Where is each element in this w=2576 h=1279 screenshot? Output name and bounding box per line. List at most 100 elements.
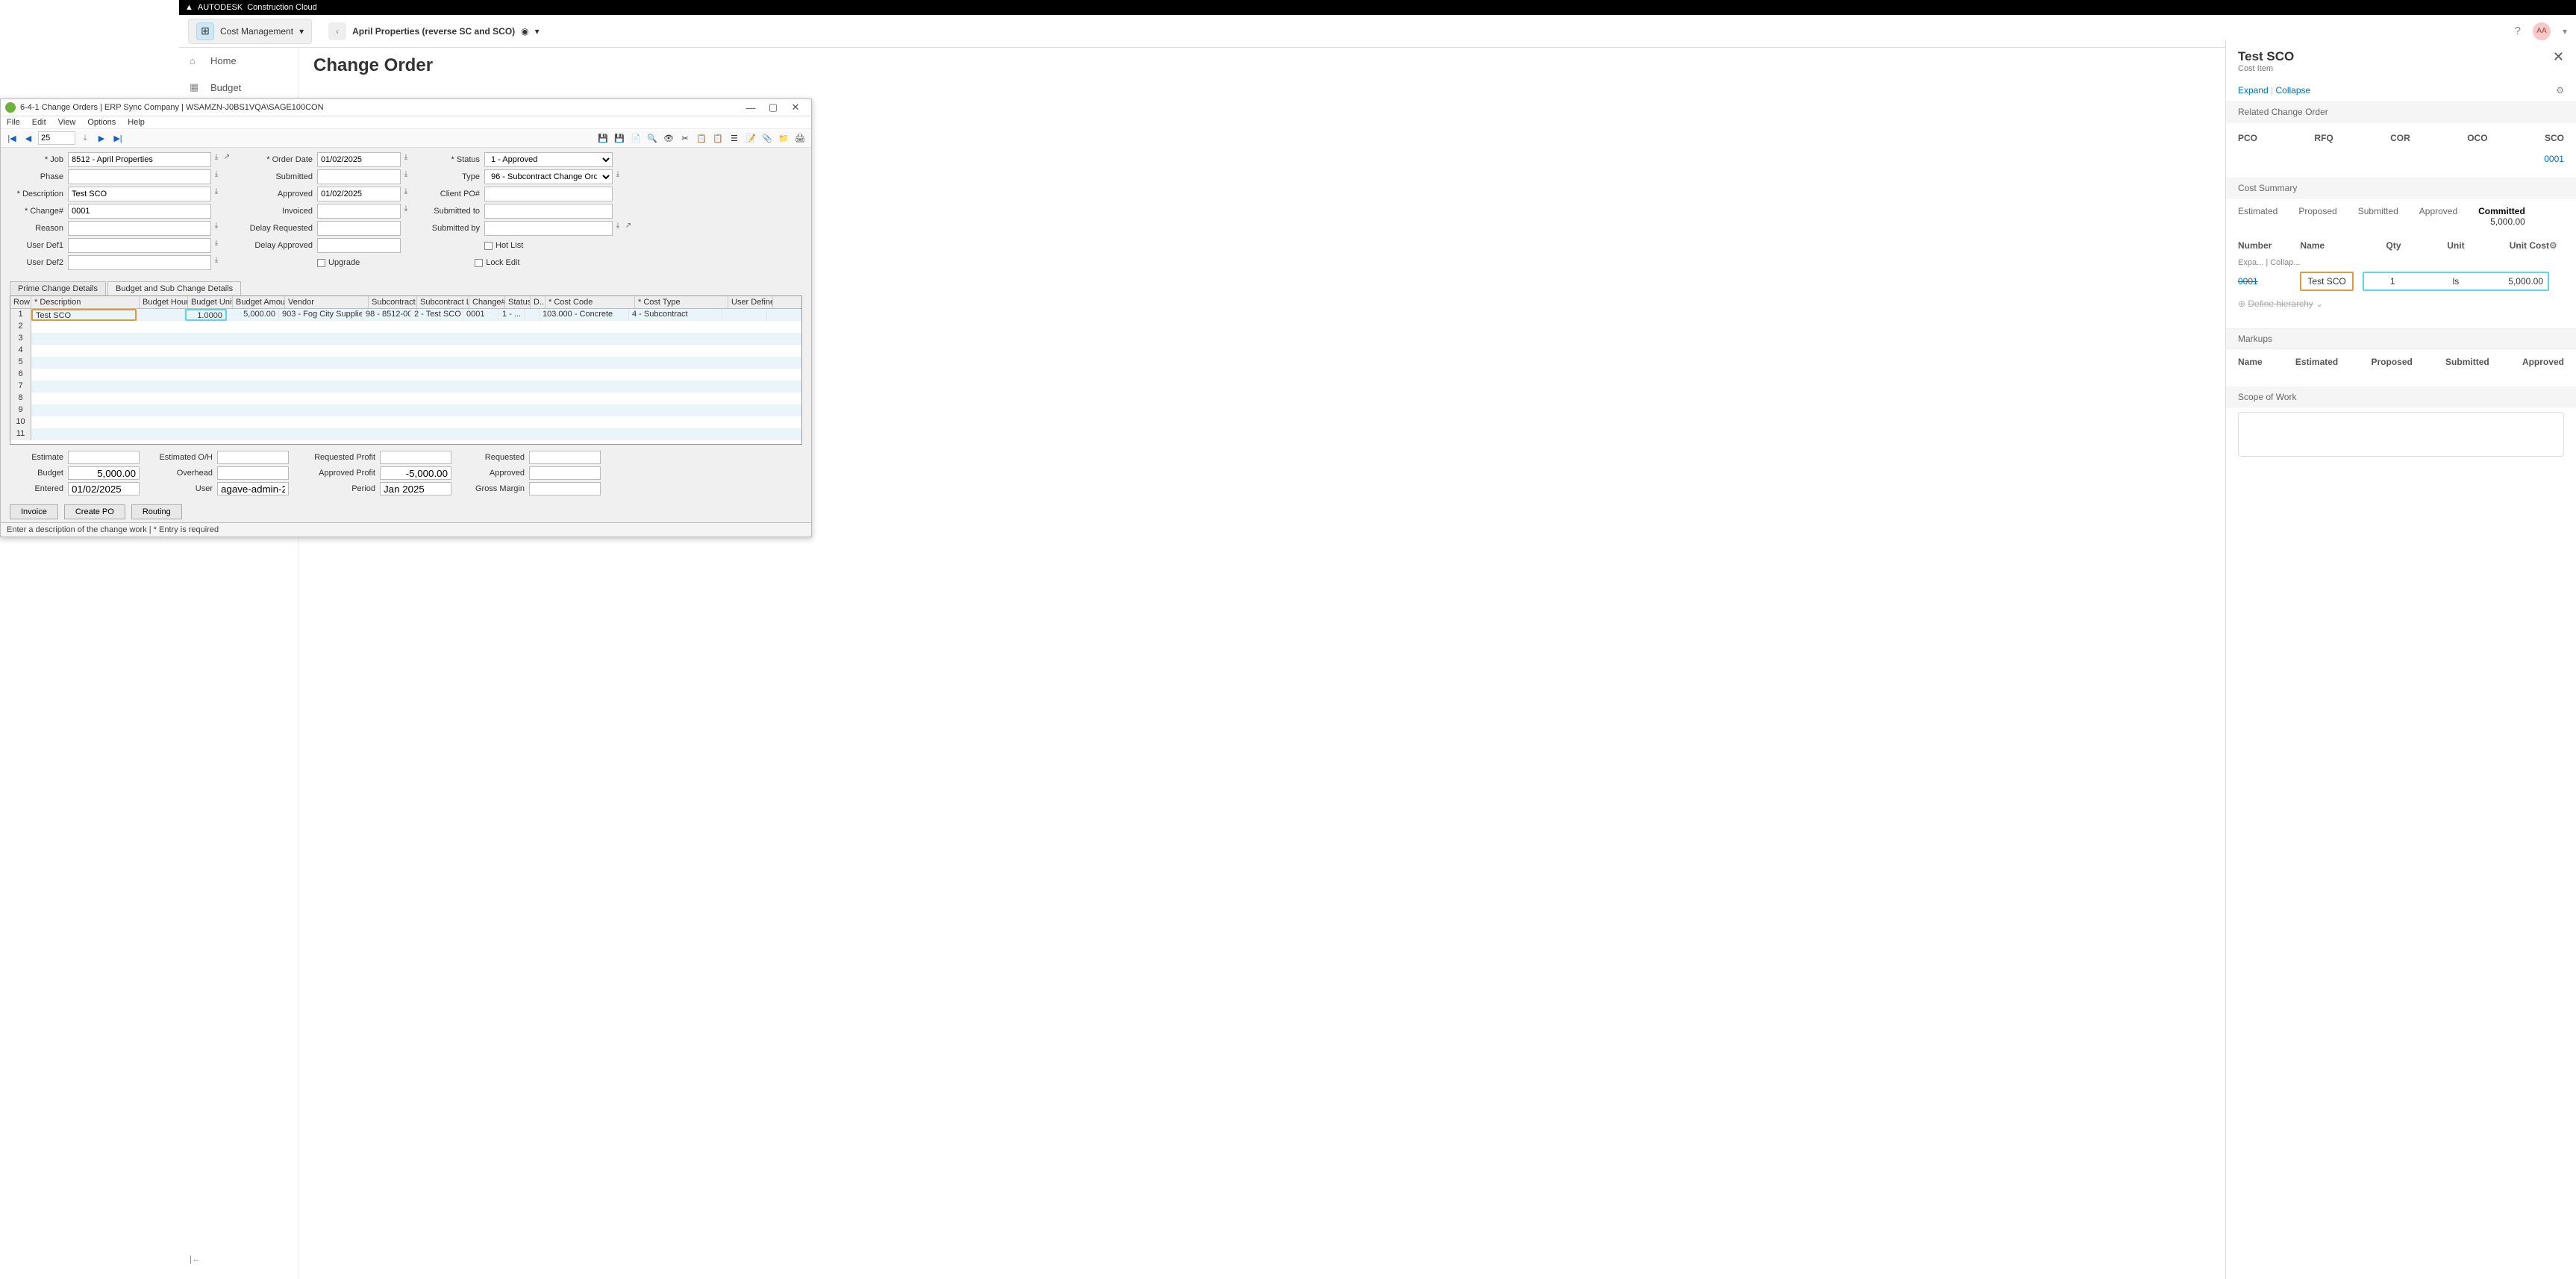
status-select[interactable]: 1 - Approved — [484, 152, 613, 167]
lookup-icon[interactable]: ⤓ — [211, 170, 222, 184]
grid-empty-row[interactable]: 11 — [10, 428, 801, 440]
lookup-icon[interactable]: ⤓ — [401, 204, 411, 218]
lookup-icon[interactable]: ⤓ — [613, 222, 623, 235]
grid-empty-row[interactable]: 10 — [10, 416, 801, 428]
define-hierarchy-button[interactable]: ⊕ Define hierarchy ⌄ — [2226, 294, 2576, 313]
gross-value[interactable] — [529, 482, 601, 495]
tab-submitted[interactable]: Submitted — [2358, 206, 2398, 227]
tab-approved[interactable]: Approved — [2419, 206, 2457, 227]
project-selector[interactable]: ‹ April Properties (reverse SC and SCO) … — [324, 19, 544, 43]
menu-edit[interactable]: Edit — [32, 118, 46, 127]
goto-icon[interactable]: ↗ — [222, 153, 232, 166]
sage-grid[interactable]: Row * Description Budget Hours Budget Un… — [10, 295, 802, 445]
first-record-icon[interactable]: |◀ — [5, 131, 19, 145]
requested-value[interactable] — [529, 451, 601, 464]
prev-record-icon[interactable]: ◀ — [22, 131, 35, 145]
cell-subcontract-line[interactable]: 2 - Test SCO — [411, 309, 463, 321]
estoh-value[interactable] — [217, 451, 289, 464]
reason-input[interactable] — [68, 221, 211, 236]
tab-budget-sub[interactable]: Budget and Sub Change Details — [107, 281, 241, 295]
cell-budget-units[interactable]: 1.0000 — [185, 309, 227, 321]
folder-icon[interactable]: 📁 — [777, 131, 790, 145]
invoice-button[interactable]: Invoice — [10, 504, 58, 519]
userdef2-input[interactable] — [68, 255, 211, 270]
module-selector[interactable]: ⊞ Cost Management ▾ — [188, 19, 312, 44]
cell-vendor[interactable]: 903 - Fog City Supplies — [279, 309, 363, 321]
lookup-icon[interactable]: ⤓ — [211, 187, 222, 201]
sco-link[interactable]: 0001 — [2544, 154, 2564, 167]
save-icon[interactable]: 💾 — [596, 131, 610, 145]
collapse-sidebar-button[interactable]: |← — [190, 1254, 201, 1264]
tab-proposed[interactable]: Proposed — [2298, 206, 2336, 227]
lookup-icon[interactable]: ⤓ — [401, 187, 411, 201]
save-new-icon[interactable]: 💾 — [613, 131, 626, 145]
cut-icon[interactable]: ✂ — [678, 131, 692, 145]
submittedto-input[interactable] — [484, 204, 613, 219]
grid-empty-row[interactable]: 4 — [10, 345, 801, 357]
entered-value[interactable] — [68, 482, 140, 495]
close-panel-button[interactable]: ✕ — [2553, 49, 2564, 65]
grid-empty-row[interactable]: 6 — [10, 369, 801, 381]
cell-budget-hours[interactable] — [137, 309, 185, 321]
hotlist-checkbox[interactable] — [484, 242, 493, 250]
expand-all-link[interactable]: Expand — [2238, 85, 2269, 96]
gear-icon[interactable]: ⚙ — [2549, 240, 2564, 251]
estimate-value[interactable] — [68, 451, 140, 464]
type-select[interactable]: 96 - Subcontract Change Order — [484, 169, 613, 184]
orderdate-input[interactable] — [317, 152, 401, 167]
submittedby-input[interactable] — [484, 221, 613, 236]
close-button[interactable]: ✕ — [784, 101, 807, 113]
period-value[interactable] — [380, 482, 451, 495]
binoculars-icon[interactable]: 👁 — [662, 131, 675, 145]
expand-small[interactable]: Expa... — [2238, 258, 2263, 267]
jump-icon[interactable]: ⤓ — [78, 131, 92, 145]
grid-empty-row[interactable]: 7 — [10, 381, 801, 393]
lookup-icon[interactable]: ⤓ — [613, 170, 623, 184]
lookup-icon[interactable]: ⤓ — [211, 256, 222, 269]
reqprofit-value[interactable] — [380, 451, 451, 464]
last-record-icon[interactable]: ▶| — [111, 131, 125, 145]
lookup-icon[interactable]: ⤓ — [211, 153, 222, 166]
cell-user-defined[interactable] — [722, 309, 767, 321]
delayreq-input[interactable] — [317, 221, 401, 236]
cell-budget-amount[interactable]: 5,000.00 — [227, 309, 279, 321]
invoiced-input[interactable] — [317, 204, 401, 219]
collapse-all-link[interactable]: Collapse — [2276, 85, 2311, 96]
paste-icon[interactable]: 📋 — [711, 131, 725, 145]
cost-item-row[interactable]: 0001 Test SCO 1 ls 5,000.00 — [2226, 269, 2576, 294]
new-icon[interactable]: 📄 — [629, 131, 643, 145]
print-icon[interactable]: 🖨 — [793, 131, 807, 145]
user-value[interactable] — [217, 482, 289, 495]
submitted-input[interactable] — [317, 169, 401, 184]
cell-cost-code[interactable]: 103.000 - Concrete — [540, 309, 629, 321]
next-record-icon[interactable]: ▶ — [95, 131, 108, 145]
lookup-icon[interactable]: ⤓ — [211, 222, 222, 235]
menu-options[interactable]: Options — [87, 118, 116, 127]
cell-description[interactable]: Test SCO — [31, 309, 137, 321]
gear-icon[interactable]: ⚙ — [2556, 85, 2564, 96]
create-po-button[interactable]: Create PO — [64, 504, 125, 519]
change-input[interactable] — [68, 204, 211, 219]
sidebar-item-home[interactable]: ⌂ Home — [179, 48, 298, 74]
tab-committed[interactable]: Committed — [2478, 206, 2525, 216]
collapse-small[interactable]: Collap... — [2270, 258, 2300, 267]
tab-prime-change[interactable]: Prime Change Details — [10, 281, 106, 295]
notes-icon[interactable]: 📝 — [744, 131, 757, 145]
menu-help[interactable]: Help — [128, 118, 145, 127]
find-icon[interactable]: 🔍 — [645, 131, 659, 145]
approved-total-value[interactable] — [529, 466, 601, 480]
copy-icon[interactable]: 📋 — [695, 131, 708, 145]
options-icon[interactable]: ☰ — [728, 131, 741, 145]
lookup-icon[interactable]: ⤓ — [401, 153, 411, 166]
grid-empty-row[interactable]: 8 — [10, 393, 801, 404]
grid-empty-row[interactable]: 5 — [10, 357, 801, 369]
menu-file[interactable]: File — [7, 118, 20, 127]
grid-empty-row[interactable]: 3 — [10, 333, 801, 345]
userdef1-input[interactable] — [68, 238, 211, 253]
minimize-button[interactable]: — — [740, 102, 762, 113]
back-icon[interactable]: ‹ — [328, 22, 346, 40]
attach-icon[interactable]: 📎 — [760, 131, 774, 145]
upgrade-checkbox[interactable] — [317, 259, 325, 267]
grid-empty-row[interactable]: 2 — [10, 321, 801, 333]
lookup-icon[interactable]: ⤓ — [401, 170, 411, 184]
